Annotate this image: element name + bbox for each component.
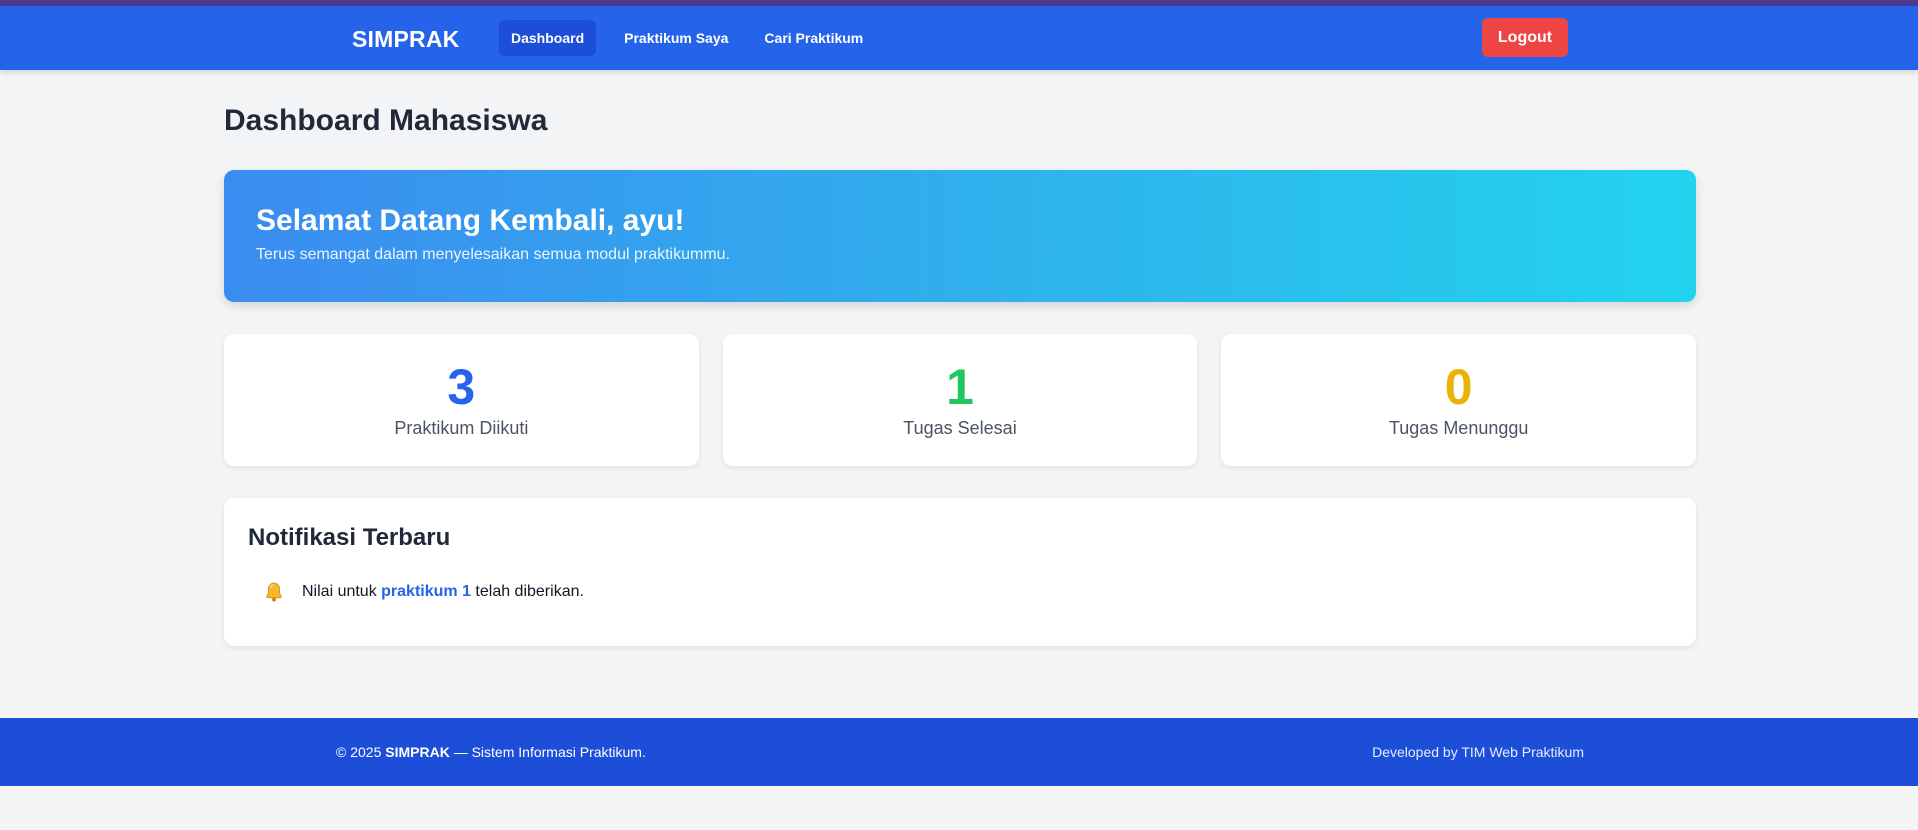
notification-link-praktikum[interactable]: praktikum 1 bbox=[381, 583, 471, 600]
stat-card-praktikum-diikuti: 3 Praktikum Diikuti bbox=[224, 334, 699, 466]
welcome-heading: Selamat Datang Kembali, ayu! bbox=[256, 204, 685, 237]
notification-suffix: telah diberikan. bbox=[470, 583, 584, 600]
page-title: Dashboard Mahasiswa bbox=[224, 104, 548, 137]
footer: © 2025 SIMPRAK — Sistem Informasi Prakti… bbox=[0, 718, 1918, 786]
stat-label: Tugas Menunggu bbox=[1388, 418, 1529, 438]
bell-icon bbox=[262, 580, 286, 604]
stat-card-tugas-menunggu: 0 Tugas Menunggu bbox=[1221, 334, 1697, 466]
welcome-banner: Selamat Datang Kembali, ayu! Terus seman… bbox=[224, 170, 1696, 302]
main-nav: Dashboard Praktikum Saya Cari Praktikum bbox=[499, 20, 875, 56]
brand-logo[interactable]: SIMPRAK bbox=[352, 26, 459, 53]
footer-copyright: © 2025 SIMPRAK — Sistem Informasi Prakti… bbox=[336, 744, 646, 760]
stat-card-tugas-selesai: 1 Tugas Selesai bbox=[722, 334, 1198, 466]
stat-value: 0 bbox=[1444, 359, 1473, 415]
stats-row: 3 Praktikum Diikuti 1 Tugas Selesai 0 Tu… bbox=[224, 334, 1697, 466]
notification-text: Nilai untuk praktikum 1 telah diberikan. bbox=[302, 583, 584, 601]
nav-dashboard[interactable]: Dashboard bbox=[499, 20, 597, 56]
notification-item: Nilai untuk praktikum 1 telah diberikan. bbox=[248, 580, 1672, 604]
welcome-subtext: Terus semangat dalam menyelesaikan semua… bbox=[256, 246, 730, 263]
stat-value: 1 bbox=[946, 359, 974, 415]
stat-label: Praktikum Diikuti bbox=[394, 418, 529, 438]
footer-credit: Developed by TIM Web Praktikum bbox=[1372, 744, 1584, 760]
notifications-title: Notifikasi Terbaru bbox=[248, 524, 451, 551]
notifications-card: Notifikasi Terbaru Nilai untuk praktikum… bbox=[224, 498, 1696, 646]
stat-label: Tugas Selesai bbox=[903, 418, 1017, 438]
copyright-brand: SIMPRAK bbox=[385, 744, 450, 760]
logout-button[interactable]: Logout bbox=[1482, 18, 1568, 57]
copyright-suffix: — Sistem Informasi Praktikum. bbox=[449, 744, 646, 760]
stat-value: 3 bbox=[447, 359, 476, 415]
copyright-prefix: © 2025 bbox=[336, 744, 386, 760]
notification-prefix: Nilai untuk bbox=[302, 583, 382, 600]
navbar: SIMPRAK Dashboard Praktikum Saya Cari Pr… bbox=[0, 6, 1918, 70]
nav-cari-praktikum[interactable]: Cari Praktikum bbox=[752, 20, 875, 56]
nav-praktikum-saya[interactable]: Praktikum Saya bbox=[612, 20, 740, 56]
